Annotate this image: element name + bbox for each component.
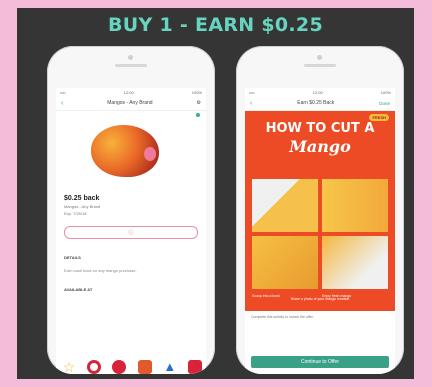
phone-camera-icon: [317, 55, 322, 60]
offer-action-button[interactable]: ⓘ: [64, 226, 198, 239]
phone-speaker-icon: [115, 64, 147, 67]
triangle-store-logo-icon[interactable]: ▲: [162, 360, 177, 374]
status-bar: •••• 12:00 100%: [245, 88, 395, 96]
phone-speaker-icon: [304, 64, 336, 67]
recipe-badge: FRESH: [369, 114, 389, 121]
nav-bar: ‹ Earn $0.25 Back Done: [245, 96, 395, 111]
recipe-step: Scoop into a bowl: [252, 236, 318, 298]
continue-button-label: Continue to Offer: [301, 359, 339, 365]
continue-button[interactable]: Continue to Offer: [251, 356, 389, 368]
offer-action-label: ⓘ: [128, 230, 134, 236]
back-arrow-icon[interactable]: ‹: [250, 100, 252, 107]
status-bar: •••• 12:00 100%: [56, 88, 206, 96]
offer-subtitle: Mangos - Any Brand: [64, 204, 101, 209]
details-section: DETAILS Earn cash back on any mango purc…: [56, 255, 206, 273]
stores-heading: AVAILABLE AT: [64, 287, 93, 292]
star-store-logo-icon[interactable]: ☆: [62, 360, 76, 374]
nav-title: Earn $0.25 Back: [297, 100, 335, 106]
disclaimer-text: Complete this activity to unlock the off…: [251, 315, 314, 319]
back-arrow-icon[interactable]: ‹: [61, 100, 63, 107]
recipe-title-top: HOW TO CUT A: [265, 121, 375, 136]
grocery-store-logo-icon[interactable]: [137, 360, 152, 374]
stores-section: AVAILABLE AT: [56, 287, 206, 292]
nav-title: Mangos - Any Brand: [107, 100, 153, 106]
status-battery: 100%: [380, 89, 391, 95]
phone-right: •••• 12:00 100% ‹ Earn $0.25 Back Done F…: [236, 46, 404, 374]
red-store-logo-icon[interactable]: [187, 360, 202, 374]
offer-screen: •••• 12:00 100% ‹ Mangos - Any Brand ⚙ $…: [56, 88, 206, 374]
offer-info: $0.25 back Mangos - Any Brand Exp. 7/25/…: [56, 191, 206, 220]
recipe-step: Score the flesh: [322, 179, 388, 241]
product-image: [56, 111, 206, 191]
details-text: Earn cash back on any mango purchase.: [64, 268, 137, 273]
phone-camera-icon: [128, 55, 133, 60]
nav-bar: ‹ Mangos - Any Brand ⚙: [56, 96, 206, 111]
promo-headline: BUY 1 - EARN $0.25: [108, 14, 323, 36]
recipe-title-main: Mango: [289, 137, 351, 156]
store-logos: ☆ ▲: [62, 360, 202, 374]
details-heading: DETAILS: [64, 255, 81, 260]
status-time: 12:00: [312, 89, 323, 95]
target-store-logo-icon[interactable]: [87, 360, 102, 374]
offer-amount: $0.25 back: [64, 195, 100, 202]
done-button[interactable]: Done: [379, 101, 390, 106]
status-signal: ••••: [249, 89, 255, 95]
recipe-screen: •••• 12:00 100% ‹ Earn $0.25 Back Done F…: [245, 88, 395, 374]
recipe-step: Slice off the cheeks: [252, 179, 318, 241]
recipe-card: FRESH HOW TO CUT A Mango Slice off the c…: [245, 111, 395, 311]
offer-expiry: Exp. 7/25/18: [64, 211, 87, 216]
info-icon[interactable]: ⚙: [197, 100, 201, 106]
status-signal: ••••: [60, 89, 66, 95]
circle-store-logo-icon[interactable]: [112, 360, 127, 374]
mango-highlight: [144, 147, 156, 161]
recipe-steps-grid: Slice off the cheeks Score the flesh Sco…: [252, 179, 388, 298]
recipe-footer: Share a photo of your mango creation: [290, 297, 350, 301]
status-battery: 100%: [191, 89, 202, 95]
promo-card: BUY 1 - EARN $0.25 •••• 12:00 100% ‹ Man…: [17, 8, 414, 379]
status-time: 12:00: [123, 89, 134, 95]
phone-left: •••• 12:00 100% ‹ Mangos - Any Brand ⚙ $…: [47, 46, 215, 374]
status-dot-icon: [196, 113, 200, 117]
recipe-step: Enjoy fresh mango: [322, 236, 388, 298]
